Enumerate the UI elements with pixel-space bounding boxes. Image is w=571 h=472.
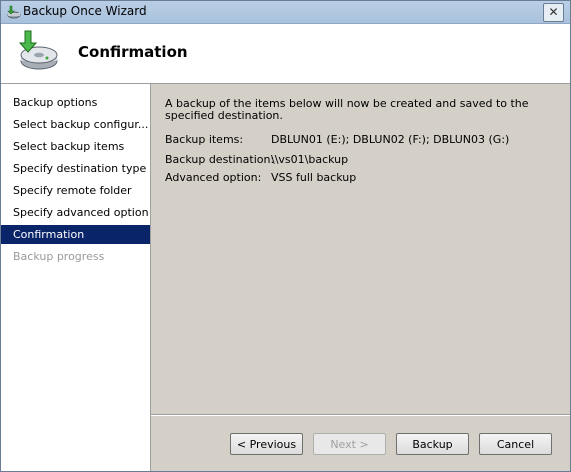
step-backup-options[interactable]: Backup options	[1, 93, 150, 112]
step-select-backup-configuration[interactable]: Select backup configur...	[1, 115, 150, 134]
wizard-header: Confirmation	[1, 24, 570, 84]
backup-disk-icon	[18, 30, 58, 70]
detail-value: \\vs01\backup	[271, 153, 349, 166]
detail-label: Backup destination:	[165, 153, 275, 166]
step-confirmation[interactable]: Confirmation	[1, 225, 150, 244]
button-bar: < Previous Next > Backup Cancel	[151, 416, 570, 471]
previous-button[interactable]: < Previous	[230, 433, 303, 455]
title-bar[interactable]: Backup Once Wizard ✕	[1, 1, 570, 24]
step-select-backup-items[interactable]: Select backup items	[1, 137, 150, 156]
window-title: Backup Once Wizard	[23, 4, 147, 18]
confirmation-content: A backup of the items below will now be …	[151, 84, 570, 414]
wizard-steps-pane: Backup options Select backup configur...…	[1, 84, 151, 471]
close-button[interactable]: ✕	[543, 3, 564, 22]
backup-button[interactable]: Backup	[396, 433, 469, 455]
next-button: Next >	[313, 433, 386, 455]
detail-value: DBLUN01 (E:); DBLUN02 (F:); DBLUN03 (G:)	[271, 133, 510, 146]
detail-label: Backup items:	[165, 133, 244, 146]
cancel-button[interactable]: Cancel	[479, 433, 552, 455]
backup-app-icon	[7, 5, 21, 19]
detail-value: VSS full backup	[271, 171, 357, 184]
step-backup-progress: Backup progress	[13, 250, 105, 263]
page-title: Confirmation	[78, 43, 188, 61]
intro-text: A backup of the items below will now be …	[165, 97, 529, 122]
detail-label: Advanced option:	[165, 171, 262, 184]
wizard-window: Backup Once Wizard ✕ Confirmation Backup…	[0, 0, 571, 472]
step-specify-remote-folder[interactable]: Specify remote folder	[1, 181, 150, 200]
close-icon: ✕	[548, 5, 559, 19]
step-specify-advanced-option[interactable]: Specify advanced option	[1, 203, 150, 222]
step-specify-destination-type[interactable]: Specify destination type	[1, 159, 150, 178]
